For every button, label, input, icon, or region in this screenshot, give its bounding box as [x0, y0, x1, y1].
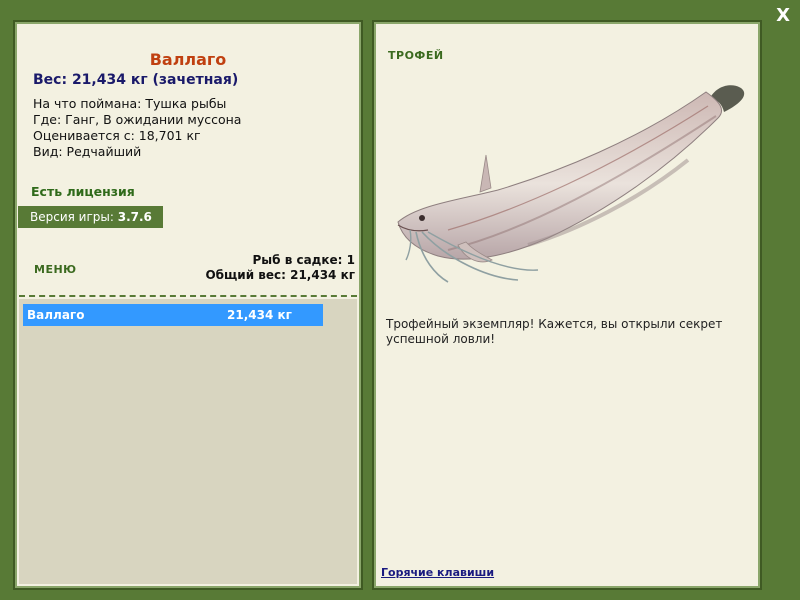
- info-location: Где: Ганг, В ожидании муссона: [33, 112, 242, 127]
- cage-stats: Рыб в садке: 1 Общий вес: 21,434 кг: [205, 253, 355, 283]
- trophy-description: Трофейный экземпляр! Кажется, вы открыли…: [386, 317, 723, 346]
- version-value: 3.7.6: [117, 210, 152, 224]
- info-rated-from: Оценивается с: 18,701 кг: [33, 128, 201, 143]
- fish-weight: Вес: 21,434 кг (зачетная): [33, 72, 239, 88]
- catch-name: Валлаго: [27, 308, 85, 322]
- fish-title: Валлаго: [149, 50, 227, 69]
- cage-total-weight: Общий вес: 21,434 кг: [205, 268, 355, 282]
- menu-button[interactable]: МЕНЮ: [34, 263, 77, 276]
- version-bar: Версия игры: 3.7.6: [18, 206, 163, 228]
- fish-info-panel: Валлаго Вес: 21,434 кг (зачетная) На что…: [13, 20, 363, 590]
- cage-count: Рыб в садке: 1: [252, 253, 356, 267]
- catch-weight: 21,434 кг: [227, 308, 292, 322]
- divider: [19, 295, 357, 297]
- catch-list-row[interactable]: Валлаго 21,434 кг: [23, 304, 323, 326]
- info-bait: На что поймана: Тушка рыбы: [33, 96, 227, 111]
- license-status: Есть лицензия: [31, 184, 135, 199]
- fish-image: [397, 85, 745, 283]
- catch-list: Валлаго 21,434 кг: [19, 299, 357, 584]
- hotkeys-link[interactable]: Горячие клавиши: [381, 566, 494, 579]
- fish-info-list: На что поймана: Тушка рыбы Где: Ганг, В …: [33, 96, 241, 160]
- trophy-panel: ТРОФЕЙ Трофейный экземпляр! Кажется, вы …: [372, 20, 762, 590]
- version-label: Версия игры:: [30, 210, 114, 224]
- info-rarity: Вид: Редчайший: [33, 144, 142, 159]
- close-button[interactable]: X: [776, 6, 790, 26]
